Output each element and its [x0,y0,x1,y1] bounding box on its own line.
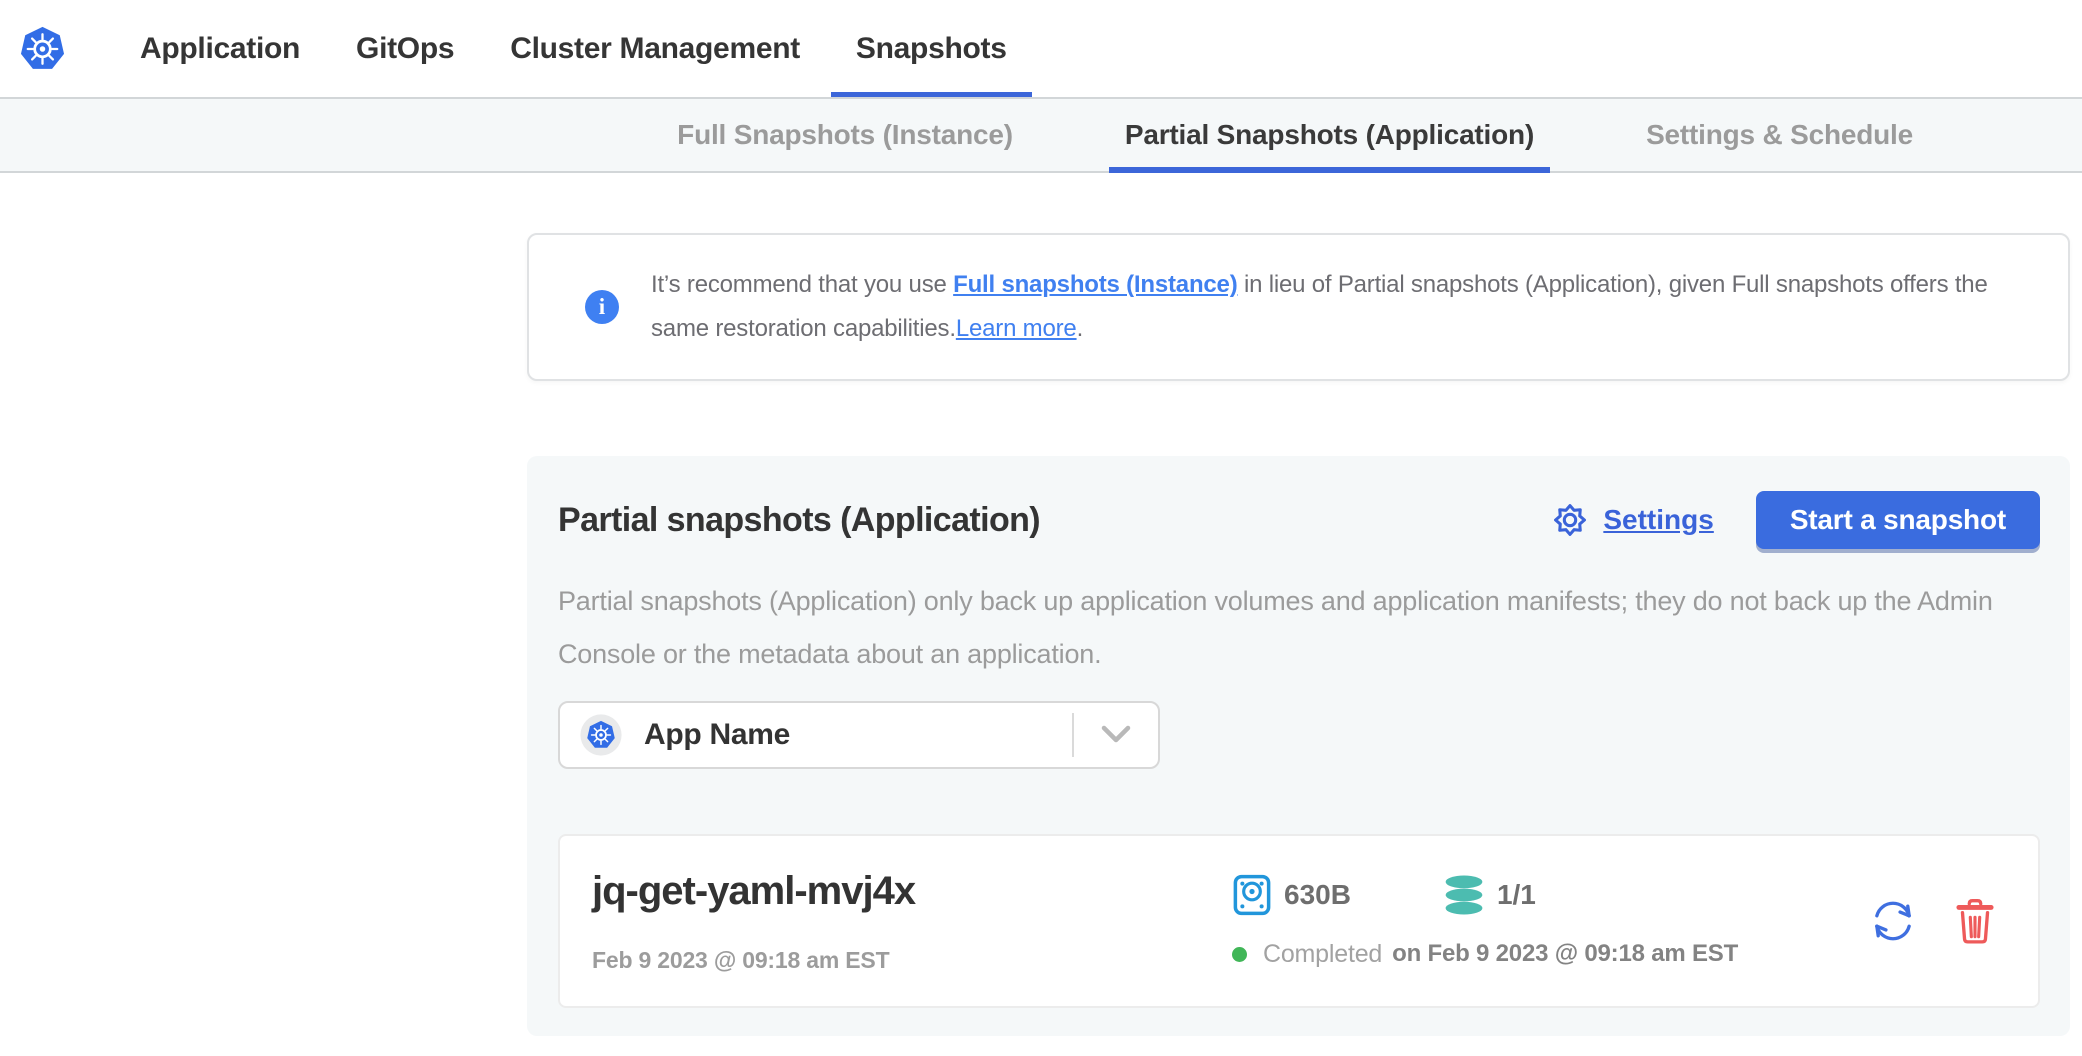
nav-item-gitops[interactable]: GitOps [356,0,454,97]
app-name-value: App Name [644,718,790,752]
snapshot-volumes-group: 1/1 [1443,874,1536,916]
partial-snapshots-panel: Partial snapshots (Application) Settings… [527,456,2070,1036]
full-snapshots-link[interactable]: Full snapshots (Instance) [953,271,1237,298]
panel-header: Partial snapshots (Application) Settings… [558,491,2040,549]
snapshot-status: Completed [1263,940,1382,969]
snapshot-stats: 630B 1/1 [1232,874,1738,916]
dropdown-divider [1072,713,1074,757]
snapshot-name: jq-get-yaml-mvj4x [592,869,1232,913]
primary-nav: Application GitOps Cluster Management Sn… [140,0,1007,97]
snapshot-info: jq-get-yaml-mvj4x Feb 9 2023 @ 09:18 am … [592,869,1232,974]
panel-description: Partial snapshots (Application) only bac… [558,575,2048,681]
trash-icon[interactable] [1954,897,1996,945]
snapshot-details: 630B 1/1 Completed on Feb 9 2023 @ 09:18… [1232,874,1738,969]
database-volumes-icon [1443,874,1485,916]
top-nav: Application GitOps Cluster Management Sn… [0,0,2082,97]
kubernetes-logo-icon[interactable] [19,26,66,72]
snapshots-tab-bar: Full Snapshots (Instance) Partial Snapsh… [0,97,2082,173]
snapshot-actions [1868,896,1996,946]
disk-size-icon [1232,874,1272,916]
restore-icon[interactable] [1868,896,1918,946]
app-kubernetes-icon [580,714,622,756]
settings-label: Settings [1603,504,1713,536]
banner-text: It’s recommend that you use Full snapsho… [651,263,2018,351]
app-name-dropdown[interactable]: App Name [558,701,1160,769]
snapshot-size: 630B [1284,879,1351,911]
snapshot-status-time: on Feb 9 2023 @ 09:18 am EST [1392,940,1738,968]
snapshot-created-at: Feb 9 2023 @ 09:18 am EST [592,947,1232,974]
snapshot-row: jq-get-yaml-mvj4x Feb 9 2023 @ 09:18 am … [558,834,2040,1008]
tab-full-snapshots[interactable]: Full Snapshots (Instance) [677,99,1013,171]
info-banner: i It’s recommend that you use Full snaps… [527,233,2070,381]
banner-text-3: . [1077,315,1083,342]
tab-partial-snapshots[interactable]: Partial Snapshots (Application) [1125,99,1534,171]
tab-settings-schedule[interactable]: Settings & Schedule [1646,99,1913,171]
start-snapshot-button[interactable]: Start a snapshot [1756,491,2040,549]
learn-more-link[interactable]: Learn more [956,315,1077,342]
info-icon: i [585,290,619,324]
gear-icon [1549,499,1591,541]
panel-title: Partial snapshots (Application) [558,501,1549,540]
nav-item-application[interactable]: Application [140,0,300,97]
nav-item-cluster-management[interactable]: Cluster Management [510,0,800,97]
snapshot-status-row: Completed on Feb 9 2023 @ 09:18 am EST [1232,940,1738,969]
snapshot-volumes: 1/1 [1497,879,1536,911]
status-dot-icon [1232,947,1247,962]
chevron-down-icon[interactable] [1100,725,1132,745]
banner-text-1: It’s recommend that you use [651,271,953,298]
nav-item-snapshots[interactable]: Snapshots [856,0,1007,97]
settings-link[interactable]: Settings [1549,499,1713,541]
